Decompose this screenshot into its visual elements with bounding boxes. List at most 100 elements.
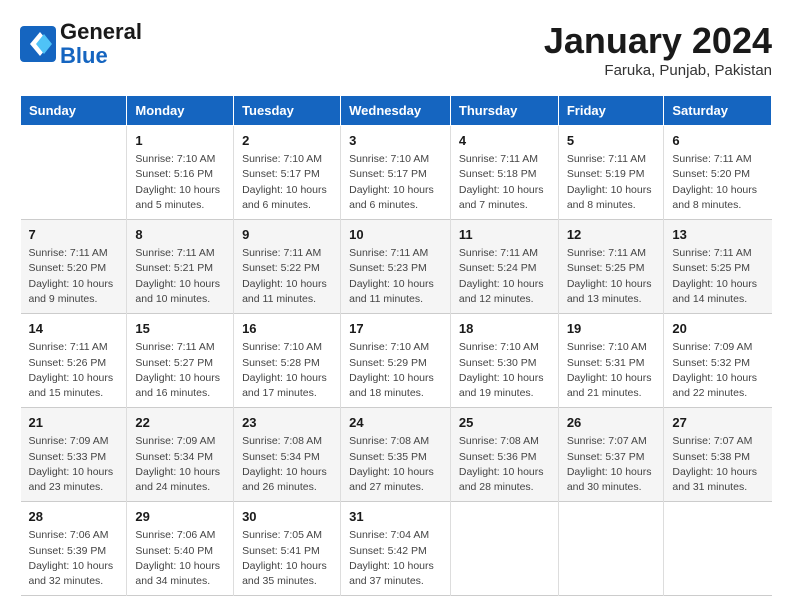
- calendar-body: 1 Sunrise: 7:10 AMSunset: 5:16 PMDaylight…: [21, 126, 772, 596]
- calendar-cell: 16Sunrise: 7:10 AMSunset: 5:28 PMDayligh…: [234, 314, 341, 408]
- day-number: 25: [459, 414, 550, 432]
- day-info: Sunrise: 7:06 AMSunset: 5:39 PMDaylight:…: [29, 528, 119, 589]
- calendar-cell: 23Sunrise: 7:08 AMSunset: 5:34 PMDayligh…: [234, 408, 341, 502]
- day-info: Sunrise: 7:04 AMSunset: 5:42 PMDaylight:…: [349, 528, 442, 589]
- day-number: 20: [672, 320, 763, 338]
- day-number: 29: [135, 508, 225, 526]
- day-info: Sunrise: 7:11 AMSunset: 5:25 PMDaylight:…: [567, 246, 656, 307]
- calendar-cell: 2 Sunrise: 7:10 AMSunset: 5:17 PMDaylight…: [234, 126, 341, 220]
- calendar-cell: 12 Sunrise: 7:11 AMSunset: 5:25 PMDayligh…: [558, 220, 664, 314]
- day-number: 2: [242, 132, 332, 150]
- day-number: 3: [349, 132, 442, 150]
- day-number: 15: [135, 320, 225, 338]
- calendar-cell: 22 Sunrise: 7:09 AMSunset: 5:34 PMDayligh…: [127, 408, 234, 502]
- calendar-cell: 4 Sunrise: 7:11 AMSunset: 5:18 PMDaylight…: [450, 126, 558, 220]
- header-row: SundayMondayTuesdayWednesdayThursdayFrid…: [21, 96, 772, 126]
- day-number: 19: [567, 320, 656, 338]
- day-number: 12: [567, 226, 656, 244]
- day-info: Sunrise: 7:11 AMSunset: 5:18 PMDaylight:…: [459, 152, 550, 213]
- calendar-cell: 8Sunrise: 7:11 AMSunset: 5:21 PMDaylight…: [127, 220, 234, 314]
- calendar-cell: [664, 502, 772, 596]
- day-number: 6: [672, 132, 763, 150]
- day-number: 28: [29, 508, 119, 526]
- day-number: 4: [459, 132, 550, 150]
- calendar-cell: 14 Sunrise: 7:11 AMSunset: 5:26 PMDayligh…: [21, 314, 127, 408]
- day-info: Sunrise: 7:10 AMSunset: 5:17 PMDaylight:…: [242, 152, 332, 213]
- calendar-cell: 28 Sunrise: 7:06 AMSunset: 5:39 PMDayligh…: [21, 502, 127, 596]
- title-area: January 2024 Faruka, Punjab, Pakistan: [544, 20, 772, 79]
- calendar-cell: 27 Sunrise: 7:07 AMSunset: 5:38 PMDayligh…: [664, 408, 772, 502]
- calendar-cell: 13 Sunrise: 7:11 AMSunset: 5:25 PMDayligh…: [664, 220, 772, 314]
- calendar-cell: 17 Sunrise: 7:10 AMSunset: 5:29 PMDayligh…: [341, 314, 451, 408]
- day-info: Sunrise: 7:09 AMSunset: 5:34 PMDaylight:…: [135, 434, 225, 495]
- day-info: Sunrise: 7:05 AMSunset: 5:41 PMDaylight:…: [242, 528, 332, 589]
- day-number: 22: [135, 414, 225, 432]
- day-number: 11: [459, 226, 550, 244]
- day-number: 10: [349, 226, 442, 244]
- calendar-cell: 29Sunrise: 7:06 AMSunset: 5:40 PMDayligh…: [127, 502, 234, 596]
- day-info: Sunrise: 7:10 AMSunset: 5:28 PMDaylight:…: [242, 340, 332, 401]
- calendar-cell: 19 Sunrise: 7:10 AMSunset: 5:31 PMDayligh…: [558, 314, 664, 408]
- day-info: Sunrise: 7:11 AMSunset: 5:24 PMDaylight:…: [459, 246, 550, 307]
- day-info: Sunrise: 7:11 AMSunset: 5:23 PMDaylight:…: [349, 246, 442, 307]
- calendar-cell: 7 Sunrise: 7:11 AMSunset: 5:20 PMDaylight…: [21, 220, 127, 314]
- day-number: 30: [242, 508, 332, 526]
- day-number: 31: [349, 508, 442, 526]
- day-info: Sunrise: 7:08 AMSunset: 5:36 PMDaylight:…: [459, 434, 550, 495]
- calendar-cell: [450, 502, 558, 596]
- calendar-cell: 31 Sunrise: 7:04 AMSunset: 5:42 PMDayligh…: [341, 502, 451, 596]
- calendar-cell: 20Sunrise: 7:09 AMSunset: 5:32 PMDayligh…: [664, 314, 772, 408]
- day-info: Sunrise: 7:07 AMSunset: 5:38 PMDaylight:…: [672, 434, 763, 495]
- calendar-cell: 10 Sunrise: 7:11 AMSunset: 5:23 PMDayligh…: [341, 220, 451, 314]
- day-number: 14: [29, 320, 119, 338]
- day-number: 17: [349, 320, 442, 338]
- calendar-cell: 30 Sunrise: 7:05 AMSunset: 5:41 PMDayligh…: [234, 502, 341, 596]
- day-number: 1: [135, 132, 225, 150]
- day-number: 27: [672, 414, 763, 432]
- calendar-cell: 3Sunrise: 7:10 AMSunset: 5:17 PMDaylight…: [341, 126, 451, 220]
- calendar-cell: 18 Sunrise: 7:10 AMSunset: 5:30 PMDayligh…: [450, 314, 558, 408]
- day-number: 13: [672, 226, 763, 244]
- day-info: Sunrise: 7:07 AMSunset: 5:37 PMDaylight:…: [567, 434, 656, 495]
- calendar-cell: 1 Sunrise: 7:10 AMSunset: 5:16 PMDaylight…: [127, 126, 234, 220]
- day-info: Sunrise: 7:11 AMSunset: 5:26 PMDaylight:…: [29, 340, 119, 401]
- calendar-cell: 24Sunrise: 7:08 AMSunset: 5:35 PMDayligh…: [341, 408, 451, 502]
- day-info: Sunrise: 7:11 AMSunset: 5:21 PMDaylight:…: [135, 246, 225, 307]
- day-info: Sunrise: 7:11 AMSunset: 5:20 PMDaylight:…: [29, 246, 119, 307]
- col-header-friday: Friday: [558, 96, 664, 126]
- day-info: Sunrise: 7:11 AMSunset: 5:22 PMDaylight:…: [242, 246, 332, 307]
- day-info: Sunrise: 7:10 AMSunset: 5:31 PMDaylight:…: [567, 340, 656, 401]
- col-header-monday: Monday: [127, 96, 234, 126]
- calendar-table: SundayMondayTuesdayWednesdayThursdayFrid…: [20, 95, 772, 596]
- calendar-week-2: 7 Sunrise: 7:11 AMSunset: 5:20 PMDaylight…: [21, 220, 772, 314]
- day-number: 23: [242, 414, 332, 432]
- month-title: January 2024: [544, 20, 772, 62]
- day-number: 5: [567, 132, 656, 150]
- day-info: Sunrise: 7:11 AMSunset: 5:25 PMDaylight:…: [672, 246, 763, 307]
- calendar-cell: 6Sunrise: 7:11 AMSunset: 5:20 PMDaylight…: [664, 126, 772, 220]
- day-info: Sunrise: 7:10 AMSunset: 5:29 PMDaylight:…: [349, 340, 442, 401]
- page-header: GeneralBlue January 2024 Faruka, Punjab,…: [20, 20, 772, 79]
- day-info: Sunrise: 7:11 AMSunset: 5:27 PMDaylight:…: [135, 340, 225, 401]
- day-number: 21: [29, 414, 119, 432]
- calendar-cell: 21 Sunrise: 7:09 AMSunset: 5:33 PMDayligh…: [21, 408, 127, 502]
- day-number: 7: [29, 226, 119, 244]
- calendar-cell: [21, 126, 127, 220]
- col-header-thursday: Thursday: [450, 96, 558, 126]
- calendar-cell: 5 Sunrise: 7:11 AMSunset: 5:19 PMDaylight…: [558, 126, 664, 220]
- day-number: 9: [242, 226, 332, 244]
- col-header-wednesday: Wednesday: [341, 96, 451, 126]
- day-info: Sunrise: 7:10 AMSunset: 5:30 PMDaylight:…: [459, 340, 550, 401]
- calendar-cell: 9 Sunrise: 7:11 AMSunset: 5:22 PMDaylight…: [234, 220, 341, 314]
- logo-icon: [20, 26, 56, 62]
- calendar-week-5: 28 Sunrise: 7:06 AMSunset: 5:39 PMDayligh…: [21, 502, 772, 596]
- day-info: Sunrise: 7:10 AMSunset: 5:16 PMDaylight:…: [135, 152, 225, 213]
- day-info: Sunrise: 7:09 AMSunset: 5:33 PMDaylight:…: [29, 434, 119, 495]
- day-number: 26: [567, 414, 656, 432]
- calendar-week-1: 1 Sunrise: 7:10 AMSunset: 5:16 PMDaylight…: [21, 126, 772, 220]
- calendar-week-3: 14 Sunrise: 7:11 AMSunset: 5:26 PMDayligh…: [21, 314, 772, 408]
- calendar-cell: 15 Sunrise: 7:11 AMSunset: 5:27 PMDayligh…: [127, 314, 234, 408]
- logo-text: GeneralBlue: [60, 20, 142, 68]
- day-number: 18: [459, 320, 550, 338]
- day-info: Sunrise: 7:11 AMSunset: 5:19 PMDaylight:…: [567, 152, 656, 213]
